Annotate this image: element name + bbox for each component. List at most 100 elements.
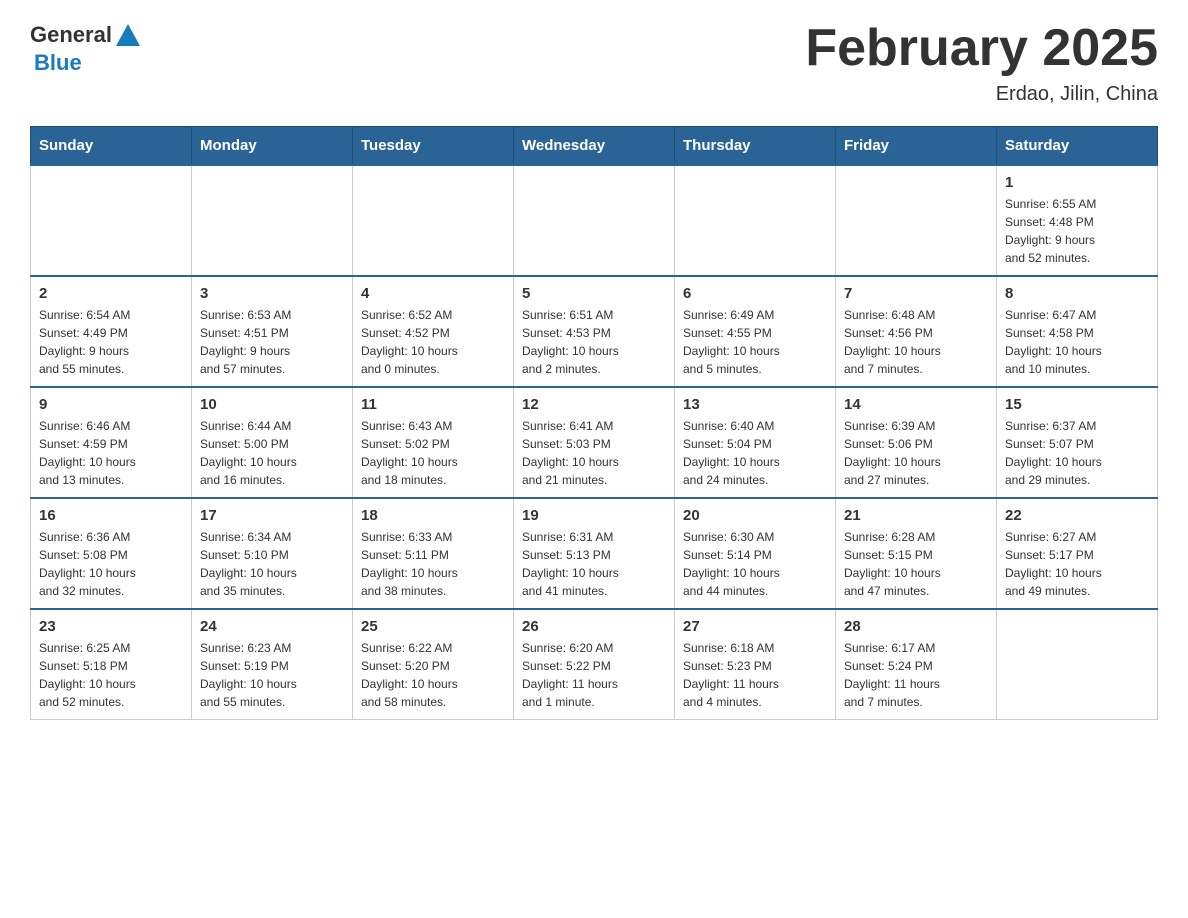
day-info: Sunrise: 6:33 AM Sunset: 5:11 PM Dayligh… [361,528,505,600]
day-info: Sunrise: 6:39 AM Sunset: 5:06 PM Dayligh… [844,417,988,489]
calendar-cell [31,165,192,276]
calendar-cell: 6Sunrise: 6:49 AM Sunset: 4:55 PM Daylig… [675,276,836,387]
day-number: 21 [844,507,988,524]
day-info: Sunrise: 6:20 AM Sunset: 5:22 PM Dayligh… [522,639,666,711]
day-number: 16 [39,507,183,524]
calendar-cell: 24Sunrise: 6:23 AM Sunset: 5:19 PM Dayli… [192,609,353,720]
calendar-cell: 4 Sunrise: 6:52 AM Sunset: 4:52 PM Daylig… [353,276,514,387]
day-info: Sunrise: 6:30 AM Sunset: 5:14 PM Dayligh… [683,528,827,600]
day-info: Sunrise: 6:46 AM Sunset: 4:59 PM Dayligh… [39,417,183,489]
day-info: Sunrise: 6:36 AM Sunset: 5:08 PM Dayligh… [39,528,183,600]
calendar-cell [836,165,997,276]
day-info: Sunrise: 6:25 AM Sunset: 5:18 PM Dayligh… [39,639,183,711]
calendar-cell: 1 Sunrise: 6:55 AM Sunset: 4:48 PM Daylig… [997,165,1158,276]
calendar-week-row: 2 Sunrise: 6:54 AM Sunset: 4:49 PM Daylig… [31,276,1158,387]
day-info: Sunrise: 6:54 AM Sunset: 4:49 PM Dayligh… [39,306,183,378]
day-info: Sunrise: 6:27 AM Sunset: 5:17 PM Dayligh… [1005,528,1149,600]
weekday-header-saturday: Saturday [997,127,1158,166]
calendar-cell: 18 Sunrise: 6:33 AM Sunset: 5:11 PM Dayli… [353,498,514,609]
day-info: Sunrise: 6:31 AM Sunset: 5:13 PM Dayligh… [522,528,666,600]
logo-general: General [30,22,112,48]
weekday-header-wednesday: Wednesday [514,127,675,166]
calendar-cell [675,165,836,276]
day-info: Sunrise: 6:17 AM Sunset: 5:24 PM Dayligh… [844,639,988,711]
weekday-header-row: SundayMondayTuesdayWednesdayThursdayFrid… [31,127,1158,166]
day-number: 4 [361,285,505,302]
day-number: 27 [683,618,827,635]
day-info: Sunrise: 6:51 AM Sunset: 4:53 PM Dayligh… [522,306,666,378]
logo: General Blue [30,20,142,76]
calendar-cell [353,165,514,276]
day-info: Sunrise: 6:43 AM Sunset: 5:02 PM Dayligh… [361,417,505,489]
calendar-cell: 10 Sunrise: 6:44 AM Sunset: 5:00 PM Dayli… [192,387,353,498]
calendar-subtitle: Erdao, Jilin, China [805,83,1158,106]
calendar-cell: 21 Sunrise: 6:28 AM Sunset: 5:15 PM Dayli… [836,498,997,609]
calendar-cell: 17 Sunrise: 6:34 AM Sunset: 5:10 PM Dayli… [192,498,353,609]
day-number: 18 [361,507,505,524]
calendar-cell: 7 Sunrise: 6:48 AM Sunset: 4:56 PM Daylig… [836,276,997,387]
day-number: 14 [844,396,988,413]
calendar-week-row: 9Sunrise: 6:46 AM Sunset: 4:59 PM Daylig… [31,387,1158,498]
logo-triangle-icon [114,22,142,50]
weekday-header-friday: Friday [836,127,997,166]
calendar-cell: 20 Sunrise: 6:30 AM Sunset: 5:14 PM Dayli… [675,498,836,609]
day-number: 7 [844,285,988,302]
calendar-cell: 15 Sunrise: 6:37 AM Sunset: 5:07 PM Dayli… [997,387,1158,498]
day-number: 3 [200,285,344,302]
day-info: Sunrise: 6:52 AM Sunset: 4:52 PM Dayligh… [361,306,505,378]
calendar-cell: 16 Sunrise: 6:36 AM Sunset: 5:08 PM Dayli… [31,498,192,609]
calendar-week-row: 16 Sunrise: 6:36 AM Sunset: 5:08 PM Dayli… [31,498,1158,609]
day-number: 22 [1005,507,1149,524]
weekday-header-thursday: Thursday [675,127,836,166]
day-info: Sunrise: 6:34 AM Sunset: 5:10 PM Dayligh… [200,528,344,600]
day-info: Sunrise: 6:37 AM Sunset: 5:07 PM Dayligh… [1005,417,1149,489]
weekday-header-sunday: Sunday [31,127,192,166]
calendar-title: February 2025 [805,20,1158,77]
calendar-cell: 22 Sunrise: 6:27 AM Sunset: 5:17 PM Dayli… [997,498,1158,609]
logo-blue: Blue [34,50,82,76]
calendar-cell: 13 Sunrise: 6:40 AM Sunset: 5:04 PM Dayli… [675,387,836,498]
calendar-table: SundayMondayTuesdayWednesdayThursdayFrid… [30,126,1158,720]
day-number: 6 [683,285,827,302]
day-info: Sunrise: 6:47 AM Sunset: 4:58 PM Dayligh… [1005,306,1149,378]
day-number: 17 [200,507,344,524]
calendar-cell: 12 Sunrise: 6:41 AM Sunset: 5:03 PM Dayli… [514,387,675,498]
day-info: Sunrise: 6:40 AM Sunset: 5:04 PM Dayligh… [683,417,827,489]
day-number: 20 [683,507,827,524]
calendar-cell: 14 Sunrise: 6:39 AM Sunset: 5:06 PM Dayli… [836,387,997,498]
day-number: 28 [844,618,988,635]
day-info: Sunrise: 6:44 AM Sunset: 5:00 PM Dayligh… [200,417,344,489]
calendar-cell [192,165,353,276]
calendar-cell [997,609,1158,720]
calendar-cell: 23Sunrise: 6:25 AM Sunset: 5:18 PM Dayli… [31,609,192,720]
day-info: Sunrise: 6:55 AM Sunset: 4:48 PM Dayligh… [1005,195,1149,267]
day-number: 5 [522,285,666,302]
calendar-cell: 9Sunrise: 6:46 AM Sunset: 4:59 PM Daylig… [31,387,192,498]
calendar-cell: 5 Sunrise: 6:51 AM Sunset: 4:53 PM Daylig… [514,276,675,387]
day-info: Sunrise: 6:41 AM Sunset: 5:03 PM Dayligh… [522,417,666,489]
day-number: 12 [522,396,666,413]
day-number: 13 [683,396,827,413]
day-info: Sunrise: 6:28 AM Sunset: 5:15 PM Dayligh… [844,528,988,600]
calendar-cell [514,165,675,276]
calendar-cell: 26 Sunrise: 6:20 AM Sunset: 5:22 PM Dayli… [514,609,675,720]
calendar-cell: 25Sunrise: 6:22 AM Sunset: 5:20 PM Dayli… [353,609,514,720]
calendar-cell: 19 Sunrise: 6:31 AM Sunset: 5:13 PM Dayli… [514,498,675,609]
calendar-cell: 8Sunrise: 6:47 AM Sunset: 4:58 PM Daylig… [997,276,1158,387]
calendar-cell: 28 Sunrise: 6:17 AM Sunset: 5:24 PM Dayli… [836,609,997,720]
day-number: 15 [1005,396,1149,413]
day-number: 24 [200,618,344,635]
day-number: 19 [522,507,666,524]
day-info: Sunrise: 6:48 AM Sunset: 4:56 PM Dayligh… [844,306,988,378]
day-number: 2 [39,285,183,302]
title-block: February 2025 Erdao, Jilin, China [805,20,1158,106]
day-number: 10 [200,396,344,413]
page-header: General Blue February 2025 Erdao, Jilin,… [30,20,1158,106]
day-number: 26 [522,618,666,635]
weekday-header-tuesday: Tuesday [353,127,514,166]
calendar-cell: 2 Sunrise: 6:54 AM Sunset: 4:49 PM Daylig… [31,276,192,387]
day-info: Sunrise: 6:18 AM Sunset: 5:23 PM Dayligh… [683,639,827,711]
day-number: 1 [1005,174,1149,191]
day-number: 25 [361,618,505,635]
calendar-cell: 11Sunrise: 6:43 AM Sunset: 5:02 PM Dayli… [353,387,514,498]
